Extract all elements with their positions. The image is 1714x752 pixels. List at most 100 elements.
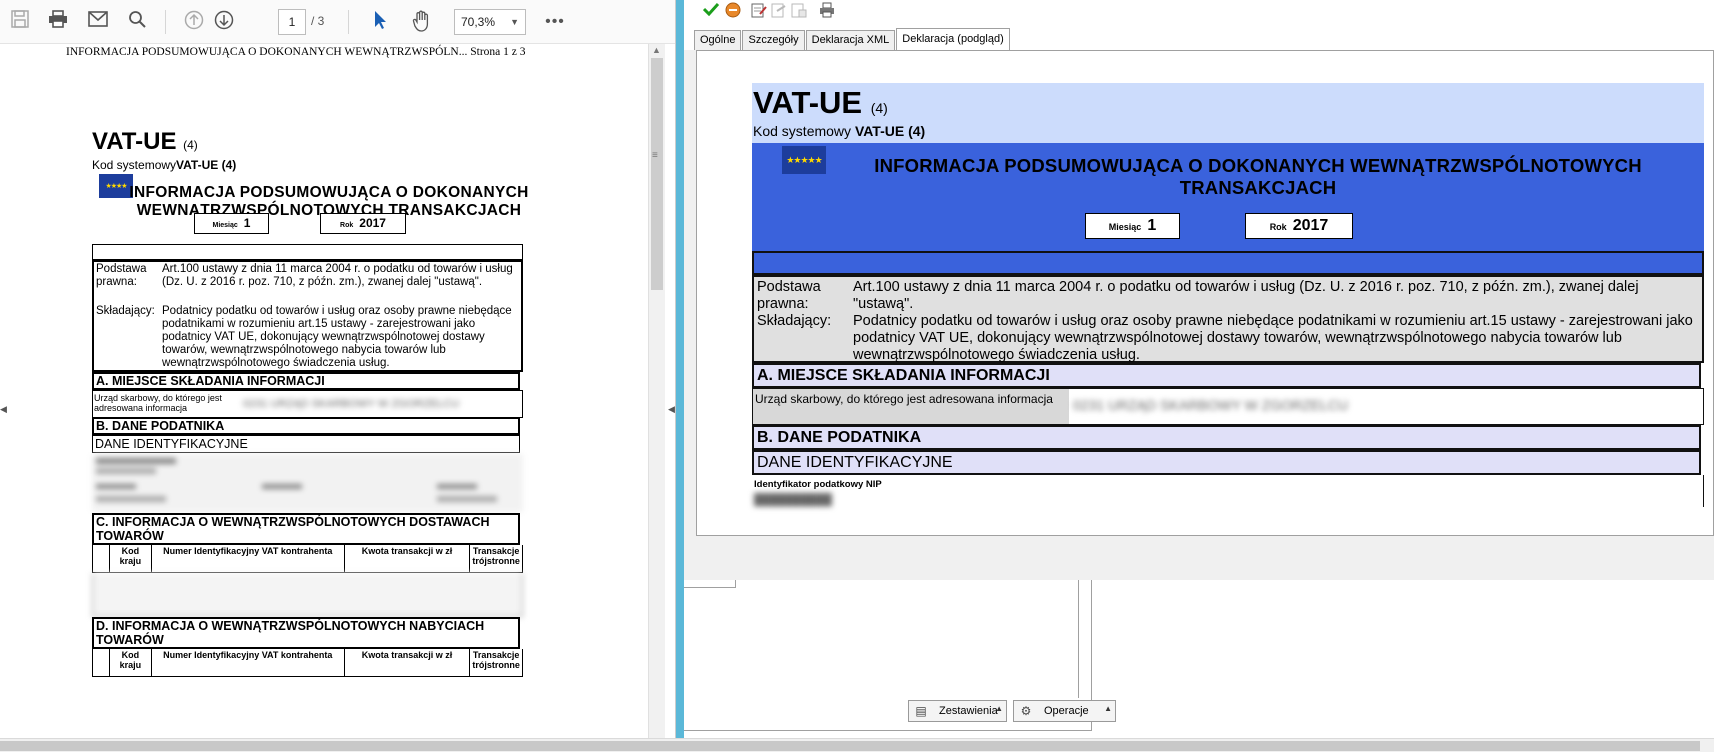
preview-title-block: ★★★★★ INFORMACJA PODSUMOWUJĄCA O DOKONAN… — [752, 143, 1704, 251]
skladajacy-label: Składający: — [757, 313, 832, 329]
form-title: INFORMACJA PODSUMOWUJĄCA O DOKONANYCH WE… — [874, 155, 1642, 198]
empty-bar — [752, 251, 1704, 275]
nip-row: Identyfikator podatkowy NIP ██████████ — [752, 475, 1704, 507]
page-number-input[interactable]: 1 — [278, 9, 306, 35]
urzad-label: Urząd skarbowy, do którego jest adresowa… — [753, 389, 1069, 424]
search-icon[interactable] — [125, 10, 149, 34]
urzad-label: Urząd skarbowy, do którego jest adresowa… — [94, 393, 222, 413]
tab-deklaracja-podglad[interactable]: Deklaracja (podgląd) — [896, 28, 1010, 50]
skladajacy-text: Podatnicy podatku od towarów i usług ora… — [162, 305, 512, 369]
gear-icon: ⚙ — [1020, 704, 1032, 718]
urzad-value: 0231 URZĄD SKARBOWY W ZGORZELCU — [243, 398, 460, 410]
skladajacy-text: Podatnicy podatku od towarów i usług ora… — [853, 313, 1693, 363]
redacted-taxpayer-data — [92, 454, 523, 512]
month-field: Miesiąc 1 — [1085, 213, 1180, 239]
page-header: INFORMACJA PODSUMOWUJĄCA O DOKONANYCH WE… — [66, 46, 526, 58]
form-code: VAT-UE (4) — [92, 128, 198, 155]
select-cursor-icon[interactable] — [368, 10, 392, 34]
print-icon[interactable] — [46, 10, 70, 34]
print-icon[interactable] — [818, 2, 836, 20]
report-icon: ▤ — [915, 704, 927, 718]
legal-basis-block: Podstawa prawna: Art.100 ustawy z dnia 1… — [752, 275, 1704, 363]
cancel-icon[interactable] — [724, 2, 742, 20]
podstawa-text: Art.100 ustawy z dnia 11 marca 2004 r. o… — [853, 279, 1639, 312]
form-code: VAT-UE (4) — [753, 85, 888, 120]
dane-identyfikacyjne: DANE IDENTYFIKACYJNE — [92, 435, 520, 453]
declaration-preview-panel: VAT-UE (4) Kod systemowy VAT-UE (4) ★★★★… — [696, 50, 1714, 536]
operacje-button[interactable]: ⚙ Operacje ▲ — [1013, 700, 1116, 722]
lower-grey-area — [684, 536, 1714, 580]
scroll-up-icon[interactable]: ▲ — [652, 45, 661, 55]
more-icon[interactable]: ••• — [543, 10, 567, 34]
system-code: Kod systemowy VAT-UE (4) — [753, 123, 926, 139]
table-header-cell: Kwota transakcji w zł — [343, 545, 469, 572]
email-icon[interactable] — [86, 10, 110, 34]
screen: 1 / 3 70,3% ▼ ••• INFORMACJA PODSUMOWUJĄ… — [0, 0, 1714, 752]
page-total: / 3 — [311, 14, 325, 28]
declaration-window: VAT-UE (4) Kod systemowy VAT-UE (4) ★★★★… — [684, 0, 1714, 738]
table-header-cell: Transakcje trójstronne — [469, 545, 522, 572]
table-header-cell: Kwota transakcji w zł — [343, 649, 469, 676]
send-icon[interactable] — [770, 2, 788, 20]
horizontal-scrollbar[interactable] — [0, 738, 1714, 752]
nip-label: Identyfikator podatkowy NIP — [754, 479, 882, 490]
grip-icon: ≡ — [652, 150, 658, 161]
section-b-heading: B. DANE PODATNIKA — [752, 425, 1701, 450]
table-header-cell: Kod kraju — [108, 545, 151, 572]
system-code: Kod systemowyVAT-UE (4) — [92, 158, 237, 172]
collapse-left-icon[interactable]: ◀ — [0, 404, 7, 415]
section-a-heading: A. MIEJSCE SKŁADANIA INFORMACJI — [752, 363, 1701, 388]
chevron-up-icon: ▲ — [995, 704, 1003, 713]
app-toolbar — [684, 0, 1714, 24]
table-header-cell: Transakcje trójstronne — [469, 649, 522, 676]
table-header-cell: Kod kraju — [108, 649, 151, 676]
edit-icon[interactable] — [750, 2, 768, 20]
year-field: Rok 2017 — [320, 213, 406, 234]
table-d-header: Kod kraju Numer Identyfikacyjny VAT kont… — [92, 649, 523, 677]
redacted-table-rows — [92, 573, 523, 617]
table-header-cell — [93, 649, 109, 676]
table-c-header: Kod kraju Numer Identyfikacyjny VAT kont… — [92, 545, 523, 617]
pdf-viewer: 1 / 3 70,3% ▼ ••• INFORMACJA PODSUMOWUJĄ… — [0, 0, 676, 738]
tab-ogolne[interactable]: Ogólne — [694, 30, 742, 50]
podstawa-label: Podstawa prawna: — [757, 279, 821, 312]
scrollbar-thumb[interactable] — [0, 741, 1700, 751]
pdf-vertical-scrollbar[interactable]: ▲ ≡ — [648, 44, 665, 738]
pdf-toolbar: 1 / 3 70,3% ▼ ••• — [0, 0, 675, 44]
podstawa-text: Art.100 ustawy z dnia 11 marca 2004 r. o… — [162, 263, 513, 288]
legal-basis-block: Podstawa prawna: Art.100 ustawy z dnia 1… — [92, 260, 523, 372]
zoom-select[interactable]: 70,3% ▼ — [454, 9, 526, 35]
chevron-down-icon: ▼ — [510, 17, 519, 27]
zoom-value: 70,3% — [461, 15, 496, 29]
skladajacy-label: Składający: — [96, 305, 155, 317]
tab-deklaracja-xml[interactable]: Deklaracja XML — [805, 30, 896, 50]
pdf-page: INFORMACJA PODSUMOWUJĄCA O DOKONANYCH WE… — [8, 44, 648, 738]
urzad-value: 0231 URZĄD SKARBOWY W ZGORZELCU — [1073, 397, 1349, 413]
tab-strip: Ogólne Szczegóły Deklaracja XML Deklarac… — [694, 28, 1011, 50]
podstawa-label: Podstawa prawna: — [96, 263, 147, 288]
page-up-icon[interactable] — [182, 10, 206, 34]
urzad-row: Urząd skarbowy, do którego jest adresowa… — [92, 390, 523, 418]
year-field: Rok 2017 — [1245, 213, 1353, 239]
save-icon[interactable] — [8, 10, 32, 34]
scrollbar-thumb[interactable] — [651, 58, 663, 290]
table-header-cell: Numer Identyfikacyjny VAT kontrahenta — [150, 649, 344, 676]
accept-icon[interactable] — [702, 2, 720, 20]
empty-bar — [92, 244, 523, 260]
section-b-heading: B. DANE PODATNIKA — [92, 417, 520, 435]
upo-icon[interactable] — [790, 2, 808, 20]
preview-header: VAT-UE (4) Kod systemowy VAT-UE (4) — [752, 83, 1704, 143]
page-down-icon[interactable] — [212, 10, 236, 34]
zestawienia-button[interactable]: ▤ Zestawienia ▲ — [908, 700, 1007, 722]
nip-value-redacted: ██████████ — [754, 494, 832, 506]
panel-splitter[interactable] — [676, 0, 684, 738]
section-a-heading: A. MIEJSCE SKŁADANIA INFORMACJI — [92, 372, 520, 390]
tab-szczegoly[interactable]: Szczegóły — [742, 30, 805, 50]
chevron-up-icon: ▲ — [1104, 704, 1112, 713]
hand-tool-icon[interactable] — [410, 10, 434, 34]
table-header-cell — [93, 545, 109, 572]
tab-panel-frame: VAT-UE (4) Kod systemowy VAT-UE (4) ★★★★… — [684, 50, 1714, 580]
collapse-arrow-icon[interactable]: ◀ — [668, 404, 675, 415]
dane-identyfikacyjne: DANE IDENTYFIKACYJNE — [752, 450, 1701, 475]
section-c-heading: C. INFORMACJA O WEWNĄTRZWSPÓLNOTOWYCH DO… — [92, 513, 520, 545]
